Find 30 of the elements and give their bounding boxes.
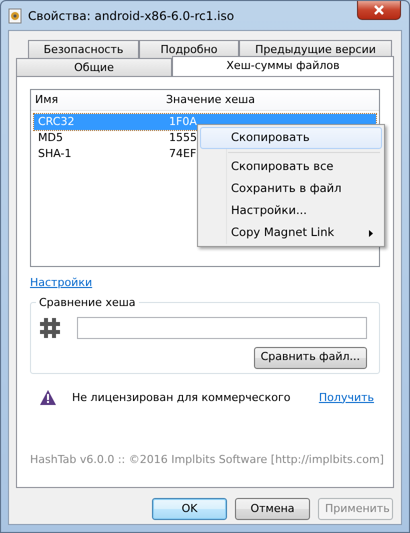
tab[interactable]: Общие [16, 58, 172, 76]
tab[interactable]: Безопасность [28, 40, 139, 58]
license-message: Не лицензирован для коммерческого [72, 390, 290, 406]
column-header[interactable]: Значение хеша [162, 92, 255, 108]
hash-value[interactable]: 1555 [165, 130, 197, 146]
warning-icon [40, 390, 56, 406]
hash-name[interactable]: SHA-1 [34, 146, 165, 162]
group-title: Сравнение хеша [36, 294, 139, 311]
submenu-arrow-icon [369, 230, 373, 237]
column-header[interactable]: Имя [31, 92, 162, 108]
get-license-link[interactable]: Получить [318, 390, 374, 406]
compare-file-button[interactable]: Сравнить файл... [254, 346, 367, 368]
settings-link[interactable]: Настройки [30, 276, 92, 289]
hash-icon [39, 316, 61, 338]
document-icon [8, 8, 22, 24]
tab[interactable]: Хеш-суммы файлов [172, 56, 394, 76]
close-icon [373, 5, 385, 15]
dialog-button[interactable]: OK [152, 498, 227, 520]
hash-input-field[interactable] [77, 316, 367, 338]
window-title: Свойства: android-x86-6.0-rc1.iso [28, 8, 234, 24]
menu-item[interactable]: Скопировать [200, 127, 382, 149]
menu-item[interactable]: Скопировать все [200, 156, 382, 178]
menu-item[interactable]: Сохранить в файл [200, 178, 382, 200]
menu-item[interactable]: Copy Magnet Link [200, 222, 382, 244]
hash-value[interactable]: 74EF [165, 146, 196, 162]
close-button[interactable] [357, 1, 401, 20]
dialog-button[interactable]: Отмена [235, 498, 310, 520]
hash-name[interactable]: MD5 [34, 130, 165, 146]
tab[interactable]: Подробно [139, 40, 239, 58]
menu-item[interactable]: Настройки... [200, 200, 382, 222]
